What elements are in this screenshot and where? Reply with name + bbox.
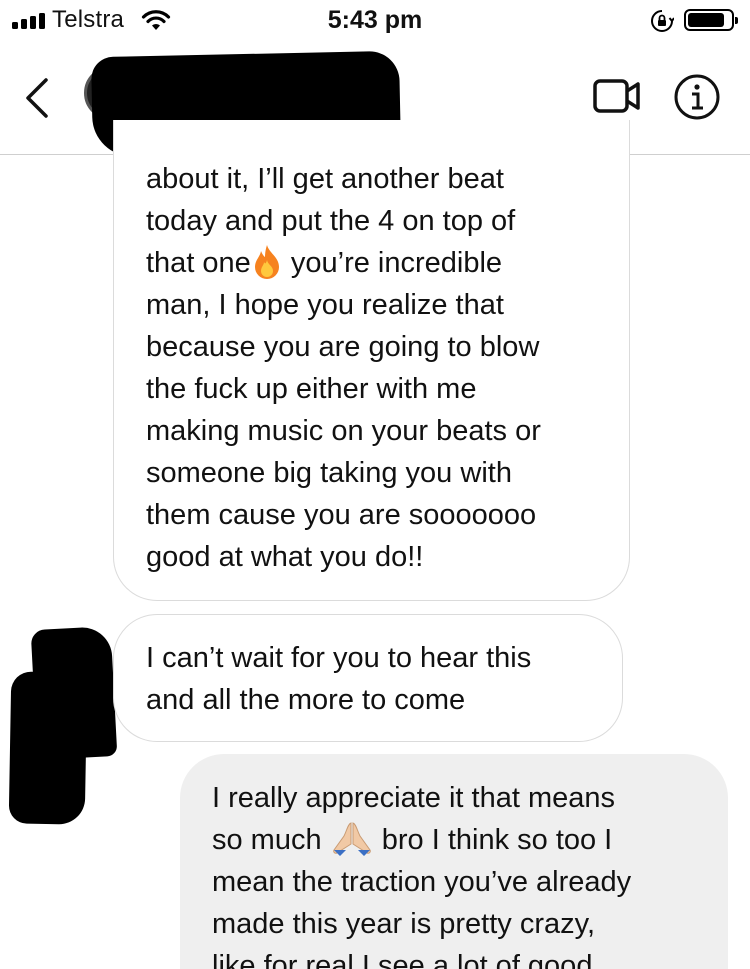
instagram-dm-screen: Telstra 5:43 pm about it, I’ll get anoth…	[0, 0, 750, 969]
message-text: I really appreciate it that means so muc…	[212, 782, 632, 969]
incoming-message-bubble[interactable]: I can’t wait for you to hear this and al…	[113, 614, 623, 742]
message-text: I can’t wait for you to hear this and al…	[146, 642, 532, 716]
message-text: about it, I’ll get another beat today an…	[146, 163, 541, 573]
redacted-sender-avatar	[8, 671, 88, 825]
battery-icon	[684, 9, 738, 31]
back-chevron-icon[interactable]	[22, 76, 52, 120]
info-icon[interactable]	[673, 73, 721, 121]
rotation-lock-icon	[651, 10, 674, 32]
incoming-message-bubble[interactable]: about it, I’ll get another beat today an…	[113, 120, 630, 601]
battery-level-fill	[688, 13, 724, 27]
video-call-icon[interactable]	[593, 78, 641, 114]
praying-hands-emoji-icon	[332, 822, 371, 856]
status-time: 5:43 pm	[327, 6, 423, 34]
fire-emoji-icon	[254, 245, 279, 279]
status-bar: Telstra 5:43 pm	[0, 0, 750, 40]
outgoing-message-bubble[interactable]: I really appreciate it that means so muc…	[180, 754, 728, 969]
